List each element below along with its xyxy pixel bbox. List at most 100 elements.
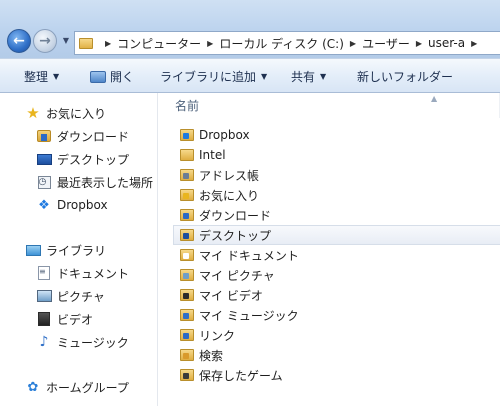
file-name: Intel bbox=[199, 148, 226, 162]
file-list-item[interactable]: お気に入り bbox=[173, 185, 500, 205]
nav-item-videos[interactable]: ビデオ bbox=[36, 309, 93, 329]
recent-places-icon: ◷ bbox=[37, 175, 51, 189]
address-region: ← → ▼ ▶ コンピューター ▶ ローカル ディスク (C:) ▶ ユーザー … bbox=[0, 0, 500, 58]
breadcrumb-separator[interactable]: ▶ bbox=[105, 39, 111, 48]
column-header-label: 名前 bbox=[175, 99, 200, 113]
chevron-down-icon: ▼ bbox=[53, 72, 60, 81]
file-list-item[interactable]: マイ ピクチャ bbox=[173, 265, 500, 285]
chevron-down-icon: ▼ bbox=[261, 72, 268, 81]
file-list-item[interactable]: マイ ビデオ bbox=[173, 285, 500, 305]
music-icon: ♪ bbox=[39, 334, 49, 350]
file-name: マイ ピクチャ bbox=[199, 268, 275, 283]
file-name: お気に入り bbox=[199, 188, 260, 203]
back-arrow-icon: ← bbox=[13, 33, 25, 49]
nav-homegroup[interactable]: ✿ ホームグループ bbox=[25, 377, 129, 397]
favorites-folder-icon bbox=[180, 189, 194, 201]
nav-item-downloads[interactable]: ダウンロード bbox=[36, 126, 129, 146]
new-folder-label: 新しいフォルダー bbox=[357, 70, 454, 84]
file-name: アドレス帳 bbox=[199, 168, 260, 183]
nav-item-label: ミュージック bbox=[57, 335, 129, 350]
file-list-pane: 名前 ▲ Dropbox Intel アドレス帳 お気に入り ダウンロード デスクトップマ… bbox=[159, 93, 500, 406]
pictures-folder-icon bbox=[180, 269, 194, 281]
nav-item-label: ビデオ bbox=[57, 312, 94, 327]
file-list-item[interactable]: リンク bbox=[173, 325, 500, 345]
breadcrumb-separator[interactable]: ▶ bbox=[471, 39, 477, 48]
documents-folder-icon bbox=[180, 249, 194, 261]
nav-homegroup-label: ホームグループ bbox=[46, 380, 129, 395]
organize-label: 整理 bbox=[24, 70, 49, 84]
file-list-item[interactable]: ダウンロード bbox=[173, 205, 500, 225]
nav-item-label: ドキュメント bbox=[57, 266, 130, 281]
forward-arrow-icon: → bbox=[39, 33, 51, 49]
include-library-label: ライブラリに追加 bbox=[160, 70, 257, 84]
homegroup-icon: ✿ bbox=[27, 379, 39, 395]
file-list-item[interactable]: Intel bbox=[173, 145, 500, 165]
nav-item-label: ダウンロード bbox=[57, 129, 130, 144]
column-header-name[interactable]: 名前 ▲ bbox=[159, 93, 500, 118]
breadcrumb-users[interactable]: ユーザー bbox=[362, 35, 410, 52]
breadcrumb-user-a[interactable]: user-a bbox=[428, 36, 465, 50]
back-button[interactable]: ← bbox=[7, 29, 31, 53]
dropbox-folder-icon bbox=[180, 129, 194, 141]
desktop-folder-icon bbox=[180, 229, 194, 241]
nav-item-music[interactable]: ♪ ミュージック bbox=[36, 332, 129, 352]
address-bar[interactable]: ▶ コンピューター ▶ ローカル ディスク (C:) ▶ ユーザー ▶ user… bbox=[74, 31, 500, 55]
links-folder-icon bbox=[180, 329, 194, 341]
desktop-icon bbox=[36, 153, 52, 165]
videos-icon bbox=[38, 312, 50, 326]
chevron-down-icon: ▼ bbox=[62, 35, 70, 45]
open-button[interactable]: 開く bbox=[90, 68, 134, 85]
nav-item-label: デスクトップ bbox=[57, 152, 130, 167]
saved-games-folder-icon bbox=[180, 369, 194, 381]
downloads-folder-icon bbox=[180, 209, 194, 221]
share-button[interactable]: 共有 ▼ bbox=[291, 68, 326, 85]
nav-libraries[interactable]: ライブラリ bbox=[25, 240, 106, 260]
nav-item-desktop[interactable]: デスクトップ bbox=[36, 149, 129, 169]
file-name: デスクトップ bbox=[199, 228, 272, 243]
file-name: マイ ドキュメント bbox=[199, 248, 299, 263]
nav-libraries-label: ライブラリ bbox=[46, 243, 107, 258]
share-label: 共有 bbox=[291, 70, 316, 84]
nav-item-dropbox[interactable]: ❖ Dropbox bbox=[36, 195, 108, 215]
nav-favorites-label: お気に入り bbox=[46, 106, 107, 121]
include-in-library-button[interactable]: ライブラリに追加 ▼ bbox=[160, 68, 267, 85]
breadcrumb-local-disk[interactable]: ローカル ディスク (C:) bbox=[219, 35, 344, 52]
file-name: Dropbox bbox=[199, 128, 250, 142]
nav-item-label: Dropbox bbox=[57, 198, 108, 212]
navigation-pane: ★ お気に入り ダウンロード デスクトップ ◷ 最近表示した場所 ❖ Dropb… bbox=[0, 93, 158, 406]
file-list-item[interactable]: Dropbox bbox=[173, 125, 500, 145]
recent-pages-dropdown[interactable]: ▼ bbox=[61, 33, 71, 47]
breadcrumb-separator[interactable]: ▶ bbox=[207, 39, 213, 48]
open-label: 開く bbox=[110, 70, 135, 84]
organize-button[interactable]: 整理 ▼ bbox=[24, 68, 59, 85]
file-list-item[interactable]: 保存したゲーム bbox=[173, 365, 500, 385]
documents-icon: ≡ bbox=[38, 266, 50, 280]
file-name: 保存したゲーム bbox=[199, 368, 283, 383]
file-list-item[interactable]: 検索 bbox=[173, 345, 500, 365]
file-list-item[interactable]: マイ ミュージック bbox=[173, 305, 500, 325]
new-folder-button[interactable]: 新しいフォルダー bbox=[357, 68, 453, 85]
file-list-item[interactable]: デスクトップ bbox=[173, 225, 500, 245]
breadcrumb-separator[interactable]: ▶ bbox=[416, 39, 422, 48]
chevron-down-icon: ▼ bbox=[320, 72, 327, 81]
file-name: マイ ビデオ bbox=[199, 288, 263, 303]
nav-favorites[interactable]: ★ お気に入り bbox=[25, 103, 106, 123]
nav-item-pictures[interactable]: ピクチャ bbox=[36, 286, 105, 306]
nav-item-recent-places[interactable]: ◷ 最近表示した場所 bbox=[36, 172, 153, 192]
downloads-icon bbox=[37, 130, 51, 142]
open-folder-icon bbox=[90, 70, 106, 83]
nav-item-documents[interactable]: ≡ ドキュメント bbox=[36, 263, 129, 283]
searches-folder-icon bbox=[180, 349, 194, 361]
folder-icon bbox=[180, 149, 194, 161]
file-list-item[interactable]: アドレス帳 bbox=[173, 165, 500, 185]
file-list-item[interactable]: マイ ドキュメント bbox=[173, 245, 500, 265]
file-name: ダウンロード bbox=[199, 208, 272, 223]
breadcrumb-computer[interactable]: コンピューター bbox=[117, 35, 201, 52]
pictures-icon bbox=[36, 290, 52, 302]
file-name: 検索 bbox=[199, 348, 224, 363]
forward-button[interactable]: → bbox=[33, 29, 57, 53]
dropbox-icon: ❖ bbox=[38, 197, 50, 213]
breadcrumb-separator[interactable]: ▶ bbox=[350, 39, 356, 48]
nav-item-label: ピクチャ bbox=[57, 289, 105, 304]
nav-item-label: 最近表示した場所 bbox=[57, 175, 154, 190]
